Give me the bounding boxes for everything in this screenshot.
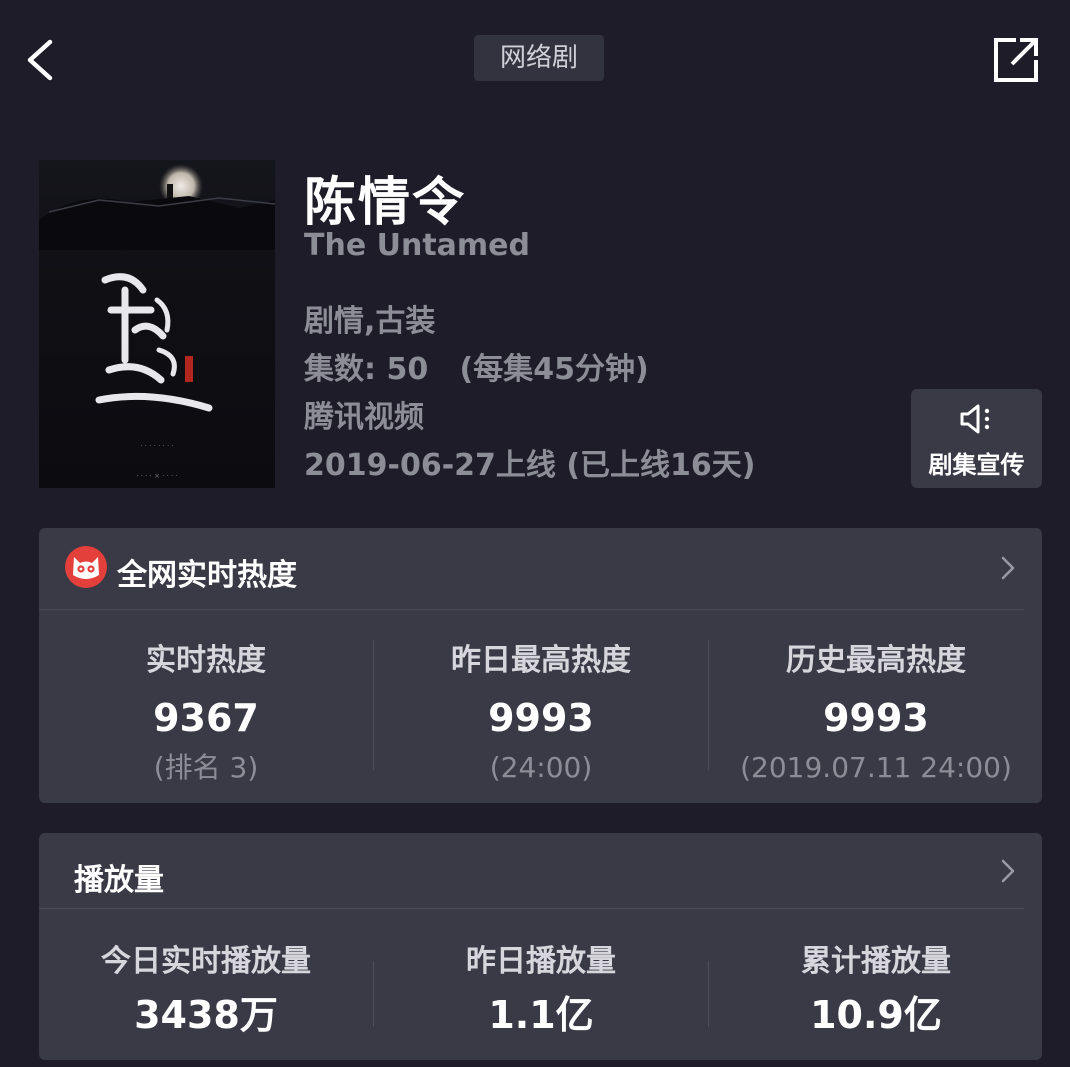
poster-image[interactable]: · · · · · · · · · · · · × · · · · bbox=[39, 160, 275, 488]
stat-label: 今日实时播放量 bbox=[101, 944, 311, 979]
stat-value: 10.9亿 bbox=[810, 993, 942, 1037]
chevron-right-icon bbox=[1001, 556, 1015, 580]
stat-label: 昨日播放量 bbox=[466, 944, 616, 979]
promo-button[interactable]: 剧集宣传 bbox=[911, 389, 1042, 488]
poster-artwork: · · · · · · · · · · · · × · · · · bbox=[39, 164, 275, 480]
chevron-right-icon bbox=[1001, 859, 1015, 883]
show-platform: 腾讯视频 bbox=[304, 400, 424, 435]
promo-button-label: 剧集宣传 bbox=[928, 451, 1025, 479]
plays-stat-total: 累计播放量 10.9亿 bbox=[709, 940, 1043, 1042]
svg-text:· · · · · · · ·: · · · · · · · · bbox=[140, 442, 173, 450]
stat-value: 1.1亿 bbox=[488, 993, 594, 1037]
stat-label: 实时热度 bbox=[146, 643, 266, 678]
show-release-date: 2019-06-27上线 (已上线16天) bbox=[304, 448, 756, 483]
show-title: 陈情令 bbox=[304, 173, 467, 233]
show-genre: 剧情,古装 bbox=[304, 304, 436, 339]
plays-stat-today: 今日实时播放量 3438万 bbox=[39, 940, 373, 1042]
stat-label: 昨日最高热度 bbox=[451, 643, 631, 678]
stat-value: 3438万 bbox=[134, 993, 278, 1037]
speaker-icon bbox=[960, 404, 990, 434]
plays-card-title: 播放量 bbox=[74, 863, 164, 898]
heat-card-divider bbox=[39, 609, 1024, 610]
back-button[interactable] bbox=[22, 36, 62, 84]
top-bar: 网络剧 bbox=[0, 0, 1070, 120]
stat-label: 历史最高热度 bbox=[786, 643, 966, 678]
maoyan-cat-icon bbox=[65, 546, 107, 588]
stat-note: (2019.07.11 24:00) bbox=[740, 751, 1012, 784]
stat-value: 9993 bbox=[823, 696, 929, 740]
show-episodes: 集数: 50 (每集45分钟) bbox=[304, 352, 649, 387]
stat-value: 9993 bbox=[488, 696, 594, 740]
share-button[interactable] bbox=[990, 34, 1044, 86]
stat-value: 9367 bbox=[153, 696, 259, 740]
stat-note: (24:00) bbox=[489, 751, 593, 784]
heat-stat-realtime: 实时热度 9367 (排名 3) bbox=[39, 638, 373, 788]
heat-stat-yesterday-peak: 昨日最高热度 9993 (24:00) bbox=[374, 638, 708, 788]
stat-note: (排名 3) bbox=[153, 751, 259, 784]
heat-card-header[interactable]: 全网实时热度 bbox=[39, 528, 1042, 610]
heat-card-title: 全网实时热度 bbox=[117, 558, 297, 593]
category-tag: 网络剧 bbox=[474, 35, 604, 81]
plays-card-divider bbox=[39, 908, 1024, 909]
plays-stat-yesterday: 昨日播放量 1.1亿 bbox=[374, 940, 708, 1042]
plays-card-header[interactable]: 播放量 bbox=[39, 833, 1042, 909]
stat-label: 累计播放量 bbox=[801, 944, 951, 979]
heat-stat-history-peak: 历史最高热度 9993 (2019.07.11 24:00) bbox=[709, 638, 1043, 788]
plays-card: 播放量 今日实时播放量 3438万 昨日播放量 1.1亿 累计播放量 10.9亿 bbox=[39, 833, 1042, 1060]
share-external-icon bbox=[994, 38, 1038, 82]
svg-text:· · · · × · · · ·: · · · · × · · · · bbox=[136, 472, 177, 480]
show-english-title: The Untamed bbox=[304, 228, 530, 263]
chevron-left-icon bbox=[27, 39, 53, 81]
heat-card: 全网实时热度 实时热度 9367 (排名 3) 昨日最高热度 9993 (24:… bbox=[39, 528, 1042, 803]
